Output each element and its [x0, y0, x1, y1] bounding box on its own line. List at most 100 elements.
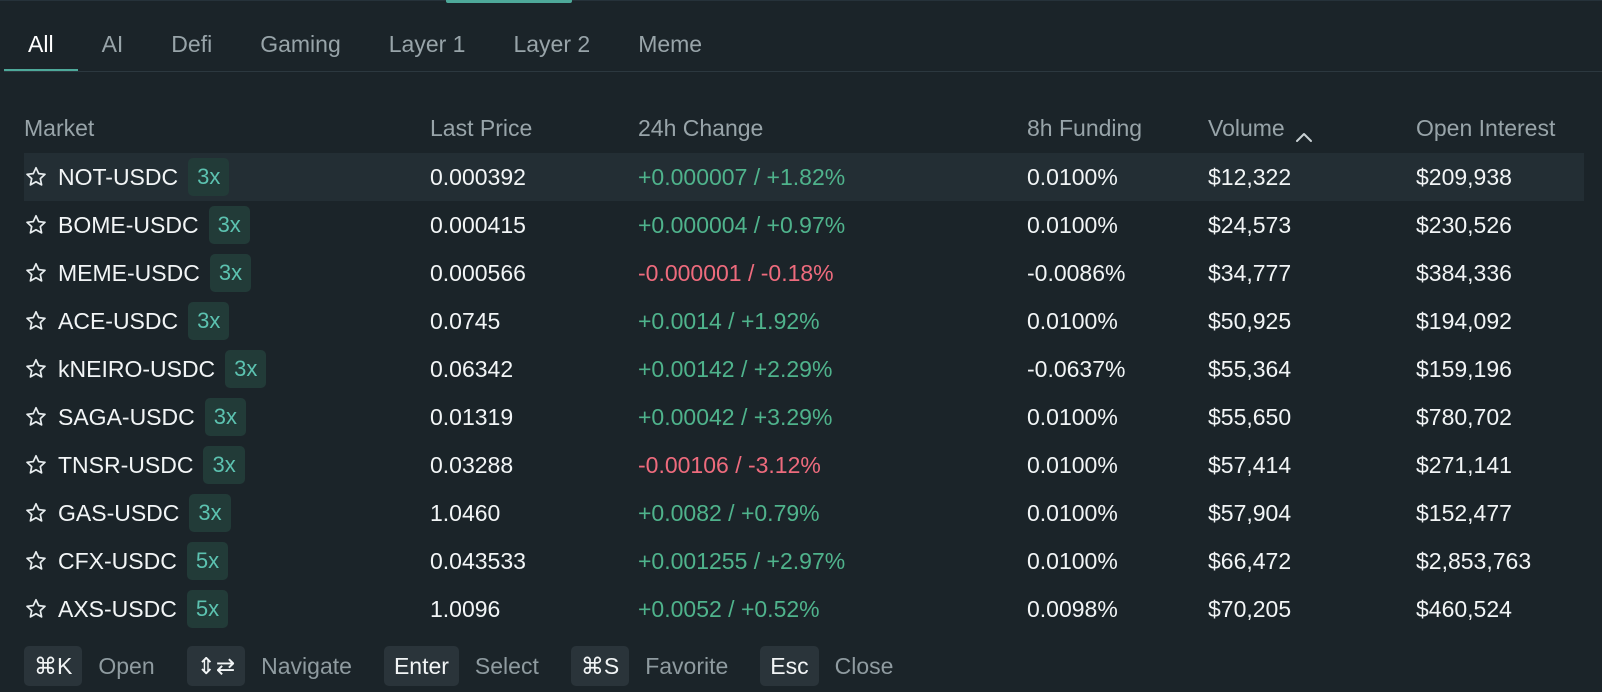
market-name: BOME-USDC	[58, 211, 199, 238]
shortcut-label: Favorite	[645, 652, 729, 679]
tab-ai[interactable]: AI	[78, 0, 148, 71]
table-row[interactable]: NOT-USDC 3x 0.000392 +0.000007 / +1.82% 0.01…	[24, 153, 1584, 201]
tab-all[interactable]: All	[4, 0, 78, 71]
last-price: 0.03288	[430, 451, 514, 478]
keyboard-hints: ⌘K Open ⇕⇄ Navigate Enter Select ⌘S Favorite Esc…	[24, 644, 925, 688]
table-header: Market Last Price 24h Change 8h Funding …	[24, 103, 1584, 153]
last-price: 0.01319	[430, 403, 514, 430]
volume: $57,414	[1208, 451, 1292, 478]
column-header-8h-funding[interactable]: 8h Funding	[1027, 103, 1142, 153]
volume: $66,472	[1208, 547, 1292, 574]
funding-8h: 0.0100%	[1027, 403, 1118, 430]
change-24h: +0.000004 / +0.97%	[638, 211, 846, 238]
leverage-badge: 3x	[208, 206, 250, 244]
table-row[interactable]: BOME-USDC 3x 0.000415 +0.000004 / +0.97% 0.0…	[24, 201, 1584, 249]
star-icon[interactable]	[24, 309, 48, 333]
change-24h: +0.0052 / +0.52%	[638, 595, 820, 622]
shortcut-key: ⇕⇄	[186, 646, 246, 686]
market-cell: CFX-USDC 5x	[24, 537, 229, 585]
table-row[interactable]: MEME-USDC 3x 0.000566 -0.000001 / -0.18% -0.…	[24, 249, 1584, 297]
tab-layer-1[interactable]: Layer 1	[365, 0, 490, 71]
star-icon[interactable]	[24, 453, 48, 477]
last-price: 0.06342	[430, 355, 514, 382]
column-header-last-price[interactable]: Last Price	[430, 103, 532, 153]
tab-defi[interactable]: Defi	[147, 0, 236, 71]
open-interest: $460,524	[1416, 595, 1512, 622]
open-interest: $209,938	[1416, 163, 1512, 190]
tab-layer-2[interactable]: Layer 2	[489, 0, 614, 71]
market-name: TNSR-USDC	[58, 451, 194, 478]
leverage-badge: 3x	[204, 398, 246, 436]
change-24h: +0.0014 / +1.92%	[638, 307, 820, 334]
star-icon[interactable]	[24, 165, 48, 189]
open-interest: $194,092	[1416, 307, 1512, 334]
table-row[interactable]: kNEIRO-USDC 3x 0.06342 +0.00142 / +2.29% -0.…	[24, 345, 1584, 393]
table-body: NOT-USDC 3x 0.000392 +0.000007 / +1.82% 0.01…	[24, 153, 1584, 633]
star-icon[interactable]	[24, 501, 48, 525]
column-header-market[interactable]: Market	[24, 103, 94, 153]
market-name: AXS-USDC	[58, 595, 177, 622]
funding-8h: 0.0100%	[1027, 451, 1118, 478]
funding-8h: -0.0086%	[1027, 259, 1126, 286]
volume: $55,364	[1208, 355, 1292, 382]
star-icon[interactable]	[24, 549, 48, 573]
category-tabs: All AI Defi Gaming Layer 1 Layer 2 Meme	[4, 0, 1602, 72]
change-24h: +0.000007 / +1.82%	[638, 163, 846, 190]
market-cell: kNEIRO-USDC 3x	[24, 345, 267, 393]
change-24h: +0.00042 / +3.29%	[638, 403, 833, 430]
last-price: 1.0096	[430, 595, 501, 622]
table-row[interactable]: ACE-USDC 3x 0.0745 +0.0014 / +1.92% 0.0100% $…	[24, 297, 1584, 345]
open-interest: $780,702	[1416, 403, 1512, 430]
volume: $55,650	[1208, 403, 1292, 430]
market-name: MEME-USDC	[58, 259, 200, 286]
funding-8h: 0.0100%	[1027, 211, 1118, 238]
column-header-24h-change[interactable]: 24h Change	[638, 103, 763, 153]
shortcut-key: Esc	[760, 646, 819, 686]
shortcut-label: Close	[834, 652, 894, 679]
table-row[interactable]: SAGA-USDC 3x 0.01319 +0.00042 / +3.29% 0.010…	[24, 393, 1584, 441]
open-interest: $230,526	[1416, 211, 1512, 238]
market-cell: TNSR-USDC 3x	[24, 441, 245, 489]
table-row[interactable]: CFX-USDC 5x 0.043533 +0.001255 / +2.97% 0.01…	[24, 537, 1584, 585]
star-icon[interactable]	[24, 357, 48, 381]
column-header-volume[interactable]: Volume	[1208, 103, 1313, 153]
last-price: 0.000566	[430, 259, 526, 286]
table-row[interactable]: AXS-USDC 5x 1.0096 +0.0052 / +0.52% 0.0098% $…	[24, 585, 1584, 633]
funding-8h: 0.0100%	[1027, 499, 1118, 526]
column-header-volume-label: Volume	[1208, 114, 1285, 141]
market-name: SAGA-USDC	[58, 403, 195, 430]
star-icon[interactable]	[24, 405, 48, 429]
tab-meme[interactable]: Meme	[614, 0, 726, 71]
funding-8h: -0.0637%	[1027, 355, 1126, 382]
volume: $57,904	[1208, 499, 1292, 526]
market-cell: GAS-USDC 3x	[24, 489, 231, 537]
leverage-badge: 5x	[186, 542, 229, 580]
leverage-badge: 3x	[203, 446, 245, 484]
star-icon[interactable]	[24, 261, 48, 285]
open-interest: $271,141	[1416, 451, 1512, 478]
open-interest: $2,853,763	[1416, 547, 1532, 574]
last-price: 1.0460	[430, 499, 501, 526]
star-icon[interactable]	[24, 213, 48, 237]
table-row[interactable]: TNSR-USDC 3x 0.03288 -0.00106 / -3.12% 0.010…	[24, 441, 1584, 489]
open-interest: $159,196	[1416, 355, 1512, 382]
table-row[interactable]: GAS-USDC 3x 1.0460 +0.0082 / +0.79% 0.0100% $…	[24, 489, 1584, 537]
last-price: 0.0745	[430, 307, 501, 334]
shortcut-label: Navigate	[261, 652, 352, 679]
column-header-open-interest[interactable]: Open Interest	[1416, 103, 1555, 153]
tab-gaming[interactable]: Gaming	[236, 0, 365, 71]
market-cell: ACE-USDC 3x	[24, 297, 230, 345]
leverage-badge: 3x	[188, 158, 230, 196]
market-cell: SAGA-USDC 3x	[24, 393, 246, 441]
shortcut-label: Open	[98, 652, 155, 679]
markets-table: Market Last Price 24h Change 8h Funding …	[24, 103, 1584, 633]
funding-8h: 0.0100%	[1027, 163, 1118, 190]
change-24h: +0.001255 / +2.97%	[638, 547, 846, 574]
change-24h: -0.000001 / -0.18%	[638, 259, 834, 286]
open-interest: $152,477	[1416, 499, 1512, 526]
shortcut-key: ⌘K	[24, 646, 83, 686]
star-icon[interactable]	[24, 597, 48, 621]
market-name: NOT-USDC	[58, 163, 179, 190]
volume: $24,573	[1208, 211, 1292, 238]
leverage-badge: 5x	[186, 590, 229, 628]
